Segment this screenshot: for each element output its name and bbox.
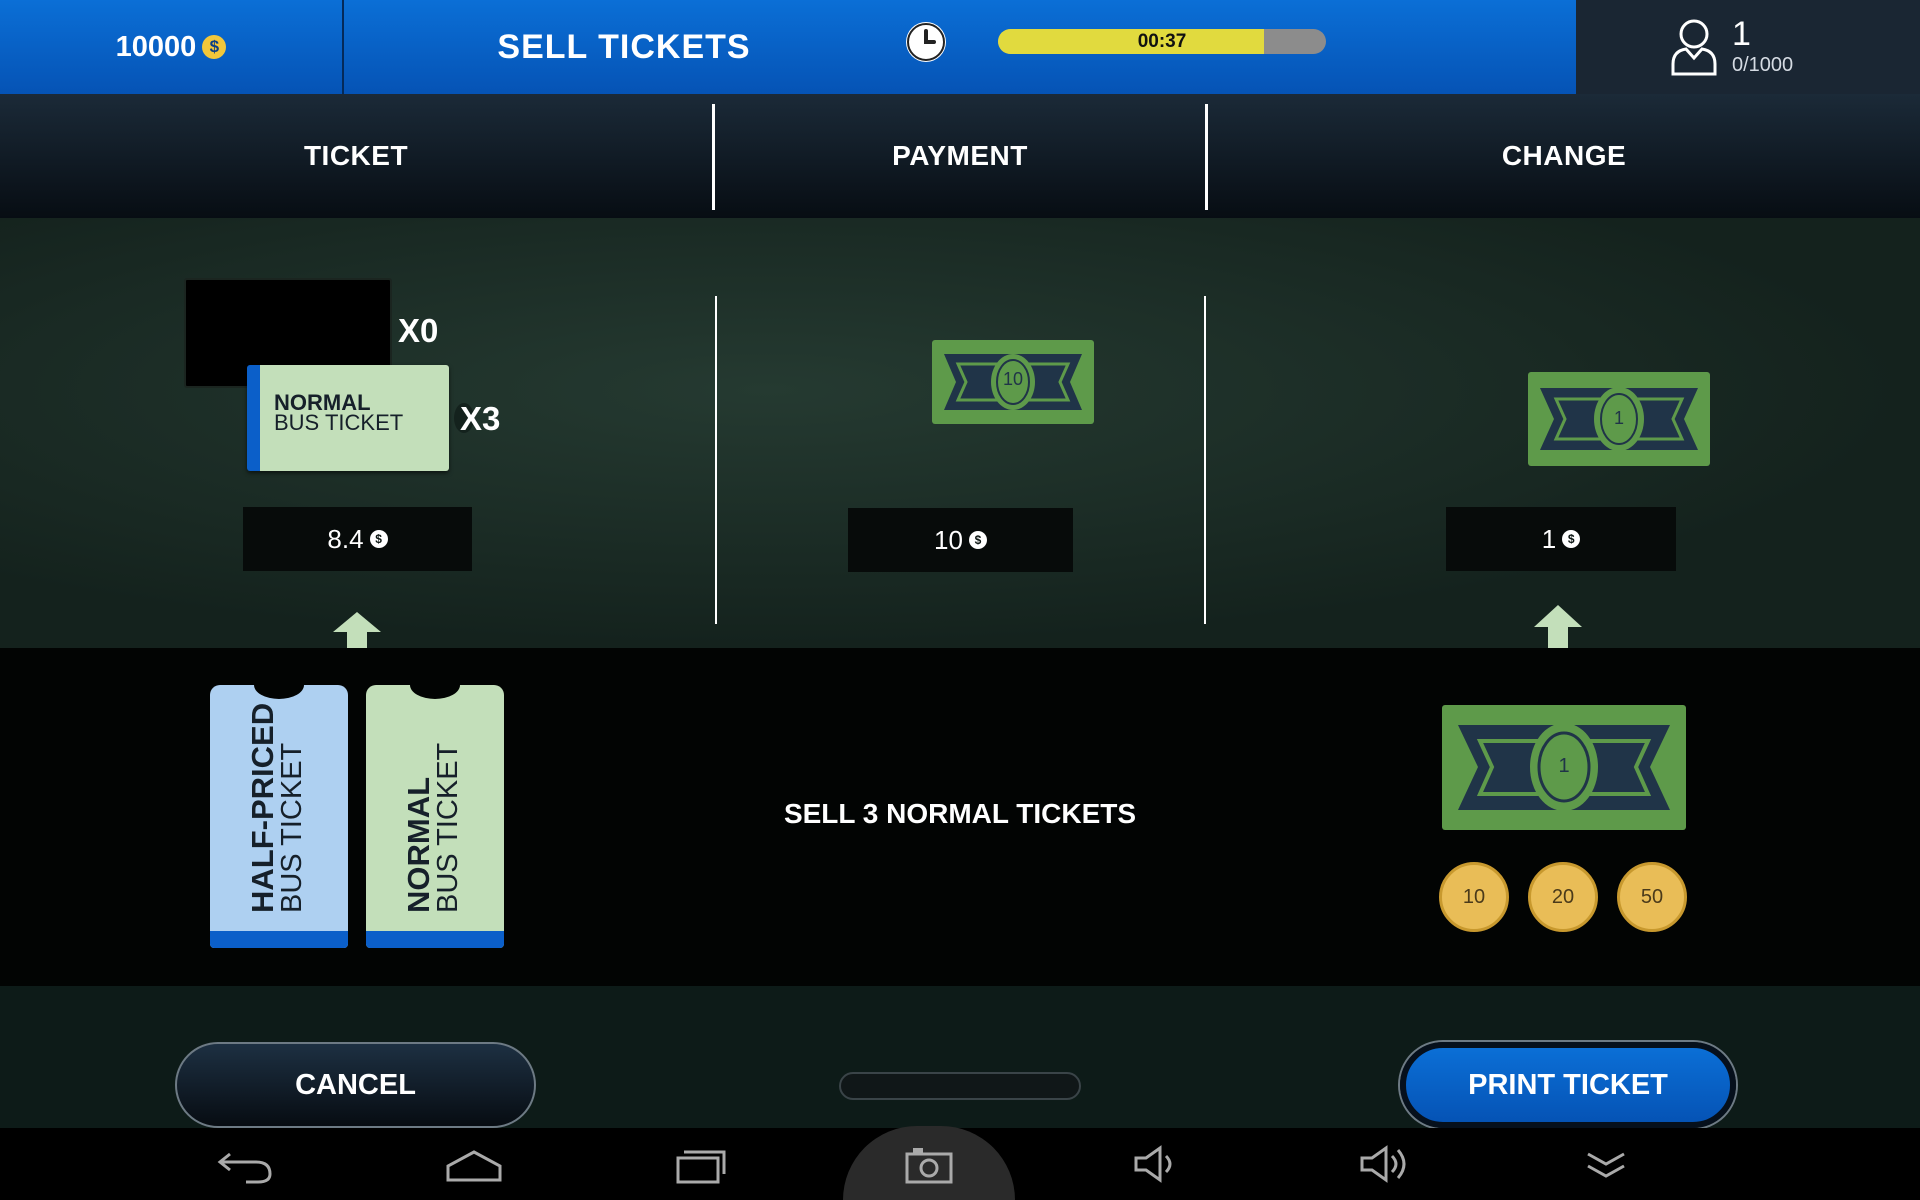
clock-icon [906,22,946,62]
bill-value: 10 [1002,369,1024,389]
player-total: 0/1000 [1732,54,1794,76]
change-amount-value: 1 [1541,523,1557,554]
half-ticket-count: X0 [398,312,439,349]
print-ticket-button[interactable]: PRINT TICKET [1400,1042,1736,1128]
user-icon [1671,19,1717,76]
ticket-stripe [210,931,348,948]
change-bill-1-button[interactable]: 1 [1442,705,1686,830]
player-count: 1 [1732,15,1751,53]
coin-50-button[interactable]: 50 [1617,862,1687,932]
collapse-icon[interactable] [1576,1142,1636,1186]
coin-icon: $ [369,530,388,548]
back-icon[interactable] [216,1142,276,1186]
column-payment: PAYMENT [892,140,1028,171]
handle-bar [839,1072,1081,1100]
divider [715,296,717,624]
coin-icon: $ [968,531,987,549]
timer-text: 00:37 [1137,31,1187,52]
coin-10-button[interactable]: 10 [1439,862,1509,932]
coin-icon: $ [1562,530,1581,548]
payment-bill[interactable]: 10 [932,340,1094,424]
arrow-up-icon [1534,605,1582,648]
normal-ticket-selected[interactable]: NORMAL BUS TICKET [247,365,474,471]
ticket-label-line2: BUS TICKET [432,742,464,913]
coin-balance: 10000 $ [0,0,344,94]
ticket-notch [410,685,460,699]
ticket-label-line1: NORMAL [401,776,436,913]
divider [1204,296,1206,624]
page-title: SELL TICKETS [497,27,751,66]
column-ticket: TICKET [303,140,409,171]
ticket-label-line1: HALF-PRICED [245,702,280,913]
coin-balance-value: 10000 [115,30,197,63]
volume-down-icon[interactable] [1128,1142,1188,1186]
camera-icon[interactable] [899,1142,959,1186]
arrow-up-icon [333,612,381,648]
bill-value: 1 [1558,755,1570,777]
ticket-price-box: 8.4 $ [243,507,472,571]
payment-amount-value: 10 [934,524,963,555]
half-priced-ticket-button[interactable]: HALF-PRICED BUS TICKET [210,685,348,948]
coin-20-button[interactable]: 20 [1528,862,1598,932]
bill-value: 1 [1613,408,1624,428]
payment-amount-box: 10 $ [848,508,1073,572]
volume-up-icon[interactable] [1356,1142,1416,1186]
ticket-label-line2: BUS TICKET [276,742,308,913]
cancel-button[interactable]: CANCEL [175,1042,536,1128]
timer-progress-bar: 00:37 [998,29,1326,54]
column-change: CHANGE [1501,140,1627,171]
ticket-label-line2: BUS TICKET [274,410,404,435]
ticket-notch [254,685,304,699]
normal-ticket-button[interactable]: NORMAL BUS TICKET [366,685,504,948]
change-amount-box: 1 $ [1446,507,1676,571]
ticket-stripe [366,931,504,948]
normal-ticket-count: X3 [460,400,501,437]
recent-apps-icon[interactable] [672,1142,732,1186]
home-icon[interactable] [444,1142,504,1186]
instruction-text: SELL 3 NORMAL TICKETS [783,798,1137,829]
coin-icon: $ [202,35,227,59]
change-bill[interactable]: 1 [1528,372,1710,466]
ticket-price-value: 8.4 [327,523,364,554]
